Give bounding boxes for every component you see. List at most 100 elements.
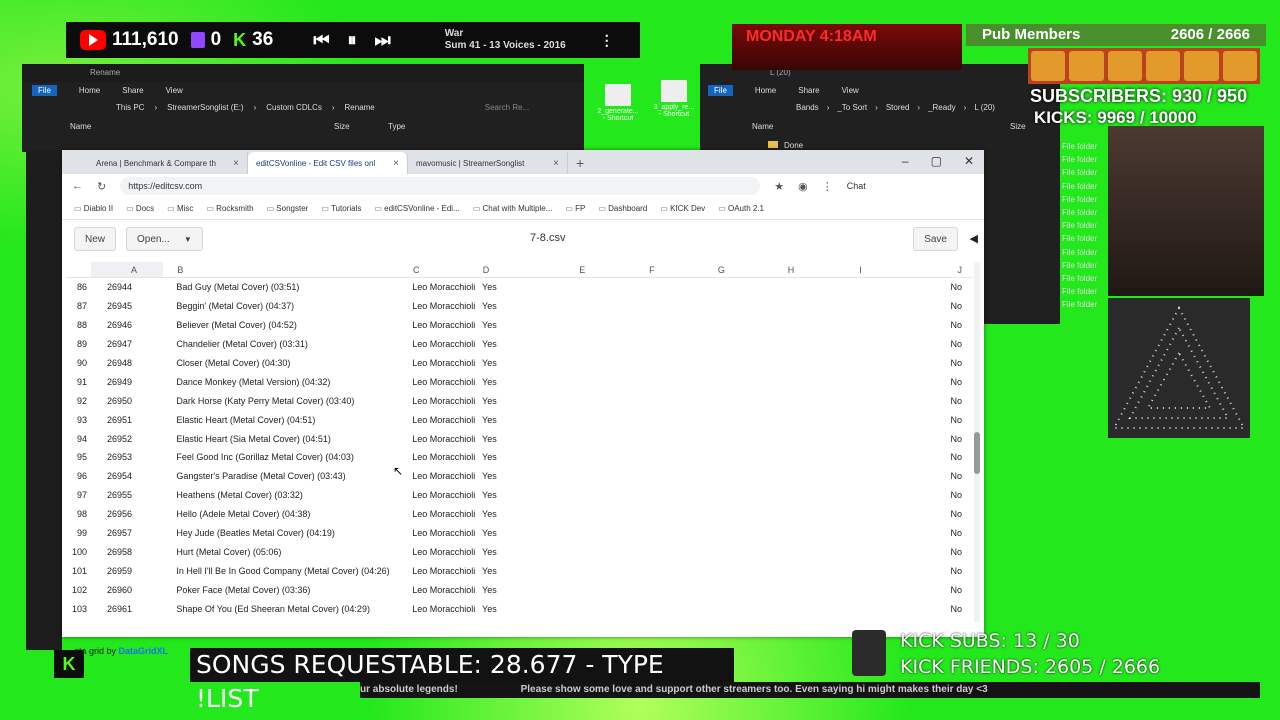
col-size[interactable]: Size [334, 122, 388, 131]
tab-editcsv[interactable]: editCSVonline - Edit CSV files onl × [248, 152, 408, 174]
cell-j[interactable]: No [895, 528, 972, 538]
chat-button[interactable]: Chat [847, 181, 866, 191]
table-row[interactable]: 97 26955 Heathens (Metal Cover) (03:32) Leo… [66, 486, 972, 505]
bookmark-kick-dev[interactable]: KICK Dev [660, 204, 705, 213]
column-header-g[interactable]: G [687, 262, 757, 277]
row-number[interactable]: 90 [66, 358, 91, 368]
cell-j[interactable]: No [895, 358, 972, 368]
cell-c[interactable]: Leo Moracchioli [408, 282, 478, 292]
previous-track-icon[interactable]: ⏮ [313, 30, 329, 51]
table-row[interactable]: 90 26948 Closer (Metal Cover) (04:30) Leo M… [66, 354, 972, 373]
row-number[interactable]: 97 [66, 490, 91, 500]
column-header-b[interactable]: B [163, 262, 409, 277]
cell-c[interactable]: Leo Moracchioli [408, 509, 478, 519]
reload-icon[interactable]: ↻ [97, 180, 106, 193]
cell-b[interactable]: Closer (Metal Cover) (04:30) [162, 358, 408, 368]
menu-icon[interactable]: ⋮ [822, 180, 833, 193]
cell-a[interactable]: 26953 [91, 452, 162, 462]
cell-j[interactable]: No [895, 339, 972, 349]
ribbon-view[interactable]: View [842, 86, 859, 95]
cell-c[interactable]: Leo Moracchioli [408, 339, 478, 349]
cell-a[interactable]: 26950 [91, 396, 162, 406]
cell-d[interactable]: Yes [478, 434, 547, 444]
minimize-icon[interactable]: – [902, 154, 909, 168]
cell-j[interactable]: No [895, 471, 972, 481]
cell-b[interactable]: Chandelier (Metal Cover) (03:31) [162, 339, 408, 349]
table-row[interactable]: 96 26954 Gangster's Paradise (Metal Cover)… [66, 467, 972, 486]
path-segment[interactable]: L (20) [974, 103, 995, 112]
column-header-f[interactable]: F [617, 262, 687, 277]
cell-d[interactable]: Yes [478, 452, 547, 462]
csv-grid[interactable]: A B C D E F G H I J 86 26944 Bad Guy (Meta… [66, 262, 972, 632]
path-segment[interactable]: StreamerSonglist (E:) [167, 103, 243, 112]
explorer-window-left[interactable]: Rename File Home Share View This PC › Str… [22, 64, 584, 152]
cell-b[interactable]: Heathens (Metal Cover) (03:32) [162, 490, 408, 500]
cell-c[interactable]: Leo Moracchioli [408, 547, 478, 557]
table-row[interactable]: 102 26960 Poker Face (Metal Cover) (03:36)… [66, 580, 972, 599]
column-header-e[interactable]: E [547, 262, 617, 277]
table-row[interactable]: 103 26961 Shape Of You (Ed Sheeran Metal C… [66, 599, 972, 618]
cell-j[interactable]: No [895, 415, 972, 425]
cell-c[interactable]: Leo Moracchioli [408, 452, 478, 462]
cell-b[interactable]: Believer (Metal Cover) (04:52) [162, 320, 408, 330]
close-icon[interactable]: × [553, 158, 559, 169]
bookmark-fp[interactable]: FP [565, 204, 585, 213]
table-row[interactable]: 98 26956 Hello (Adele Metal Cover) (04:38)… [66, 505, 972, 524]
cell-b[interactable]: Elastic Heart (Sia Metal Cover) (04:51) [162, 434, 408, 444]
cell-d[interactable]: Yes [478, 320, 547, 330]
cell-d[interactable]: Yes [478, 490, 547, 500]
bookmark-tutorials[interactable]: Tutorials [321, 204, 361, 213]
ribbon-share[interactable]: Share [122, 86, 143, 95]
table-row[interactable]: 91 26949 Dance Monkey (Metal Version) (04:… [66, 372, 972, 391]
row-number[interactable]: 99 [66, 528, 91, 538]
cell-b[interactable]: Beggin' (Metal Cover) (04:37) [162, 301, 408, 311]
column-header-c[interactable]: C [409, 262, 479, 277]
cell-a[interactable]: 26961 [91, 604, 162, 614]
path-segment[interactable]: _To Sort [837, 103, 867, 112]
row-number[interactable]: 100 [66, 547, 91, 557]
tab-arena[interactable]: Arena | Benchmark & Compare th × [88, 152, 248, 174]
row-number[interactable]: 86 [66, 282, 91, 292]
path-segment[interactable]: This PC [116, 103, 144, 112]
cell-c[interactable]: Leo Moracchioli [408, 528, 478, 538]
column-header-d[interactable]: D [479, 262, 548, 277]
cell-a[interactable]: 26946 [91, 320, 162, 330]
cell-c[interactable]: Leo Moracchioli [408, 301, 478, 311]
scrollbar-thumb[interactable] [974, 432, 980, 474]
star-icon[interactable]: ★ [774, 180, 784, 193]
row-number[interactable]: 92 [66, 396, 91, 406]
row-number[interactable]: 103 [66, 604, 91, 614]
cell-b[interactable]: Dance Monkey (Metal Version) (04:32) [162, 377, 408, 387]
cell-d[interactable]: Yes [478, 604, 547, 614]
open-button[interactable]: Open... ▼ [126, 227, 203, 251]
table-row[interactable]: 99 26957 Hey Jude (Beatles Metal Cover) (0… [66, 524, 972, 543]
cell-j[interactable]: No [895, 547, 972, 557]
cell-c[interactable]: Leo Moracchioli [408, 566, 478, 576]
url-bar[interactable]: https://editcsv.com [120, 177, 761, 195]
cell-d[interactable]: Yes [478, 547, 547, 557]
table-row[interactable]: 88 26946 Believer (Metal Cover) (04:52) Leo… [66, 316, 972, 335]
cell-b[interactable]: Bad Guy (Metal Cover) (03:51) [162, 282, 408, 292]
row-number[interactable]: 95 [66, 452, 91, 462]
ribbon-view[interactable]: View [166, 86, 183, 95]
cell-d[interactable]: Yes [478, 396, 547, 406]
cell-j[interactable]: No [895, 434, 972, 444]
cell-a[interactable]: 26955 [91, 490, 162, 500]
column-header-j[interactable]: J [895, 262, 972, 277]
cell-j[interactable]: No [895, 566, 972, 576]
close-icon[interactable]: × [233, 158, 239, 169]
bookmark-chat[interactable]: Chat with Multiple... [473, 204, 553, 213]
column-header-h[interactable]: H [756, 262, 826, 277]
cell-j[interactable]: No [895, 490, 972, 500]
table-row[interactable]: 94 26952 Elastic Heart (Sia Metal Cover) (… [66, 429, 972, 448]
cell-b[interactable]: Feel Good Inc (Gorillaz Metal Cover) (04… [162, 452, 408, 462]
cell-b[interactable]: Dark Horse (Katy Perry Metal Cover) (03:… [162, 396, 408, 406]
path-segment[interactable]: Custom CDLCs [266, 103, 322, 112]
row-number[interactable]: 88 [66, 320, 91, 330]
row-number[interactable]: 96 [66, 471, 91, 481]
row-number[interactable]: 91 [66, 377, 91, 387]
row-number[interactable]: 102 [66, 585, 91, 595]
more-vert-icon[interactable]: ⋮ [600, 32, 614, 49]
cell-j[interactable]: No [895, 301, 972, 311]
cell-d[interactable]: Yes [478, 358, 547, 368]
